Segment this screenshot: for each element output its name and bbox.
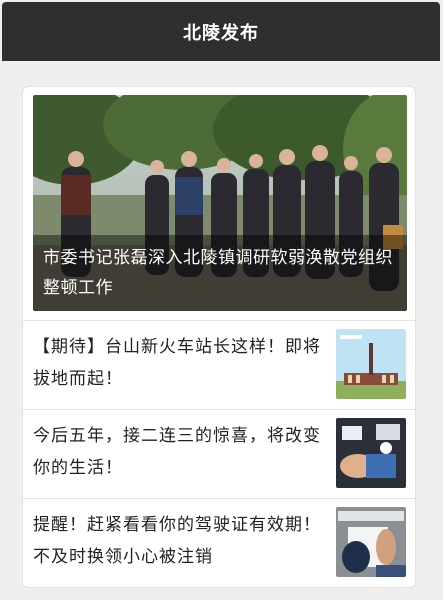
news-item[interactable]: 今后五年，接二连三的惊喜，将改变你的生活！ <box>23 409 415 498</box>
news-thumbnail <box>336 507 406 577</box>
app-header: 北陵发布 <box>2 2 440 61</box>
news-thumbnail <box>336 418 406 488</box>
news-item[interactable]: 提醒！赶紧看看你的驾驶证有效期！不及时换领小心被注销 <box>23 498 415 587</box>
page-title: 北陵发布 <box>183 22 259 44</box>
news-item-title: 今后五年，接二连三的惊喜，将改变你的生活！ <box>33 426 321 478</box>
hero-caption: 市委书记张磊深入北陵镇调研软弱涣散党组织整顿工作 <box>33 235 407 311</box>
news-item[interactable]: 【期待】台山新火车站长这样！即将拔地而起！ <box>23 320 415 409</box>
hero-article[interactable]: 市委书记张磊深入北陵镇调研软弱涣散党组织整顿工作 <box>33 95 407 311</box>
news-card: 市委书记张磊深入北陵镇调研软弱涣散党组织整顿工作 【期待】台山新火车站长这样！即… <box>22 86 416 588</box>
news-thumbnail <box>336 329 406 399</box>
news-item-title: 【期待】台山新火车站长这样！即将拔地而起！ <box>33 337 321 389</box>
news-item-title: 提醒！赶紧看看你的驾驶证有效期！不及时换领小心被注销 <box>33 515 321 567</box>
